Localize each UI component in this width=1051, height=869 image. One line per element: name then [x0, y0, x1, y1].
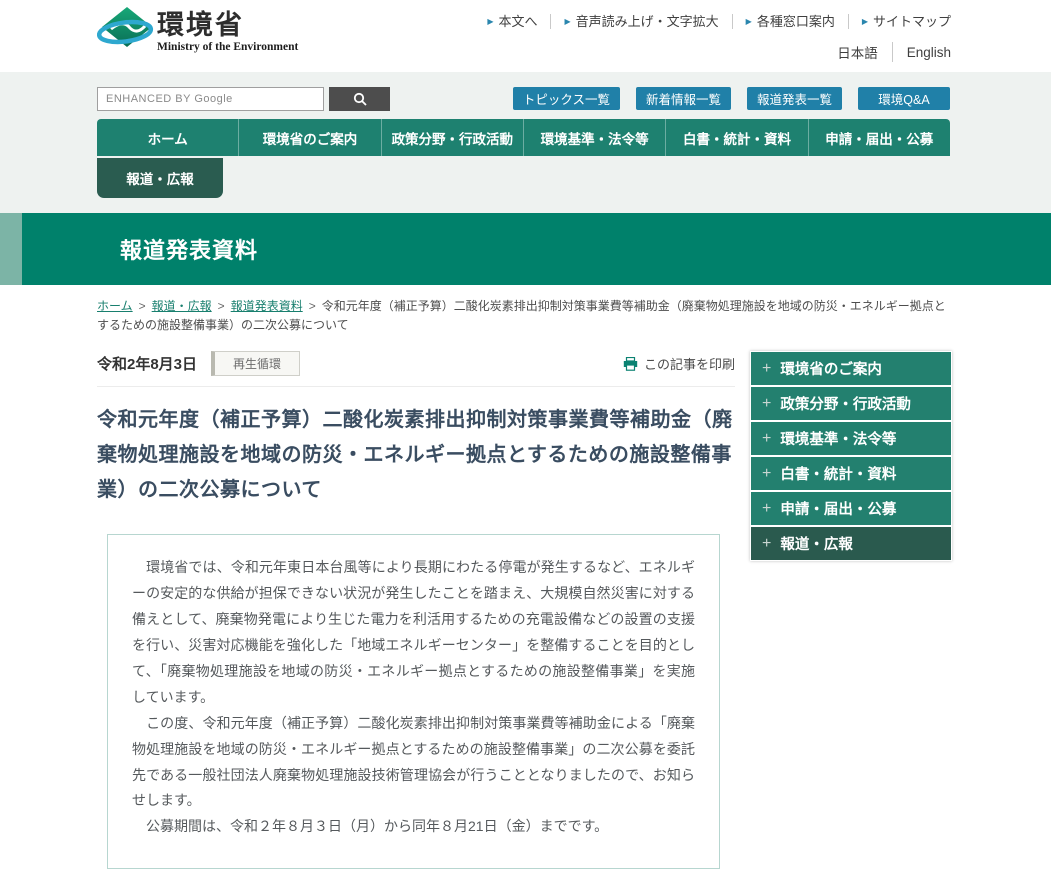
article-paragraph: 環境省では、令和元年東日本台風等により長期にわたる停電が発生するなど、エネルギー…: [132, 559, 695, 705]
logo-subtitle: Ministry of the Environment: [157, 41, 299, 54]
nav-item-standards-laws[interactable]: 環境基準・法令等: [524, 119, 667, 156]
nav-item-policies[interactable]: 政策分野・行政活動: [382, 119, 524, 156]
link-sitemap[interactable]: ▶ サイトマップ: [849, 14, 951, 29]
link-to-main-text[interactable]: ▶ 本文へ: [474, 14, 552, 29]
main-column: 令和2年8月3日 再生循環 この記事を印刷 令和元年度（補正予算）二酸化炭素排出…: [97, 351, 735, 869]
sidebar-item-label: 白書・統計・資料: [780, 467, 897, 484]
sidebar-item-about-moe[interactable]: + 環境省のご案内: [751, 352, 951, 386]
moe-logo[interactable]: 環境省 Ministry of the Environment: [96, 0, 299, 58]
content-area: 令和2年8月3日 再生循環 この記事を印刷 令和元年度（補正予算）二酸化炭素排出…: [0, 335, 1051, 869]
quick-links: トピックス一覧 新着情報一覧 報道発表一覧 環境Q&A: [512, 87, 950, 110]
header-band: トピックス一覧 新着情報一覧 報道発表一覧 環境Q&A ホーム 環境省のご案内 …: [0, 72, 1051, 213]
site-header: 環境省 Ministry of the Environment ▶ 本文へ ▶ 音声…: [0, 0, 1051, 72]
article-paragraph: この度、令和元年度（補正予算）二酸化炭素排出抑制対策事業費等補助金による「廃棄物…: [132, 714, 695, 809]
lang-english[interactable]: English: [893, 45, 951, 60]
category-tag[interactable]: 再生循環: [211, 351, 301, 377]
article-paragraph: 公募期間は、令和２年８月３日（月）から同年８月21日（金）までです。: [132, 818, 609, 835]
sidebar-item-label: 環境省のご案内: [780, 362, 882, 379]
press-release-list-button[interactable]: 報道発表一覧: [746, 87, 842, 110]
breadcrumb-press-releases[interactable]: 報道発表資料: [231, 299, 303, 313]
sidebar-item-standards-laws[interactable]: + 環境基準・法令等: [751, 422, 951, 456]
sidebar-item-applications[interactable]: + 申請・届出・公募: [751, 492, 951, 526]
article-body: 環境省では、令和元年東日本台風等により長期にわたる停電が発生するなど、エネルギー…: [107, 534, 720, 869]
plus-icon: +: [762, 499, 772, 517]
plus-icon: +: [762, 429, 772, 447]
sidebar-item-press-pr[interactable]: + 報道・広報: [751, 527, 951, 561]
plus-icon: +: [762, 359, 772, 377]
nav-item-applications[interactable]: 申請・届出・公募: [809, 119, 950, 156]
whats-new-list-button[interactable]: 新着情報一覧: [635, 87, 731, 110]
page-title: 報道発表資料: [120, 238, 259, 263]
sidebar-item-whitepapers-stats[interactable]: + 白書・統計・資料: [751, 457, 951, 491]
sidebar-item-label: 申請・届出・公募: [780, 502, 897, 519]
logo-title: 環境省: [157, 9, 244, 40]
breadcrumb-separator: >: [138, 299, 146, 313]
print-link-label: この記事を印刷: [643, 357, 735, 373]
utility-links: ▶ 本文へ ▶ 音声読み上げ・文字拡大 ▶ 各種窓口案内 ▶ サイトマップ: [474, 14, 951, 29]
search-input[interactable]: [97, 87, 324, 111]
printer-icon: [623, 356, 638, 371]
breadcrumb-home[interactable]: ホーム: [97, 299, 133, 313]
plus-icon: +: [762, 464, 772, 482]
search-button[interactable]: [329, 87, 390, 111]
environment-qa-button[interactable]: 環境Q&A: [858, 87, 950, 110]
sidebar-item-label: 政策分野・行政活動: [780, 397, 911, 414]
arrow-right-icon: ▶: [861, 16, 868, 26]
article-title: 令和元年度（補正予算）二酸化炭素排出抑制対策事業費等補助金（廃棄物処理施設を地域…: [97, 409, 733, 502]
arrow-right-icon: ▶: [564, 16, 571, 26]
sidebar-menu: + 環境省のご案内 + 政策分野・行政活動 + 環境基準・法令等 + 白書・統計・資料 …: [750, 351, 952, 562]
article-meta: 令和2年8月3日 再生循環 この記事を印刷: [97, 351, 735, 388]
plus-icon: +: [762, 534, 772, 552]
language-switcher: 日本語 English: [823, 42, 951, 62]
lang-japanese[interactable]: 日本語: [823, 42, 893, 62]
nav-item-whitepapers-stats[interactable]: 白書・統計・資料: [666, 119, 809, 156]
link-accessibility[interactable]: ▶ 音声読み上げ・文字拡大: [551, 14, 733, 29]
breadcrumb-separator: >: [217, 299, 225, 313]
nav-item-about-moe[interactable]: 環境省のご案内: [239, 119, 382, 156]
nav-item-home[interactable]: ホーム: [97, 119, 240, 156]
sidebar-item-label: 環境基準・法令等: [780, 432, 897, 449]
link-contact-guide[interactable]: ▶ 各種窓口案内: [733, 14, 849, 29]
breadcrumb-press-pr[interactable]: 報道・広報: [152, 299, 212, 313]
moe-logo-icon: [96, 6, 155, 58]
page: 環境省 Ministry of the Environment ▶ 本文へ ▶ 音声…: [0, 0, 1051, 869]
search-area: [97, 87, 390, 111]
magnifier-icon: [353, 92, 367, 106]
sidebar-item-label: 報道・広報: [780, 537, 853, 554]
article-date: 令和2年8月3日: [97, 356, 198, 374]
topics-list-button[interactable]: トピックス一覧: [512, 87, 620, 110]
banner-accent-strip: [0, 213, 22, 285]
arrow-right-icon: ▶: [745, 16, 752, 26]
nav-tab-press-pr[interactable]: 報道・広報: [97, 158, 223, 198]
arrow-right-icon: ▶: [487, 16, 494, 26]
page-banner: 報道発表資料: [0, 213, 1051, 285]
plus-icon: +: [762, 394, 772, 412]
breadcrumb: ホーム > 報道・広報 > 報道発表資料 > 令和元年度（補正予算）二酸化炭素排出抑制対策事…: [0, 285, 1051, 335]
breadcrumb-separator: >: [308, 299, 316, 313]
main-nav: ホーム 環境省のご案内 政策分野・行政活動 環境基準・法令等 白書・統計・資料 …: [97, 119, 950, 156]
sidebar-item-policies[interactable]: + 政策分野・行政活動: [751, 387, 951, 421]
print-link[interactable]: この記事を印刷: [623, 354, 735, 373]
